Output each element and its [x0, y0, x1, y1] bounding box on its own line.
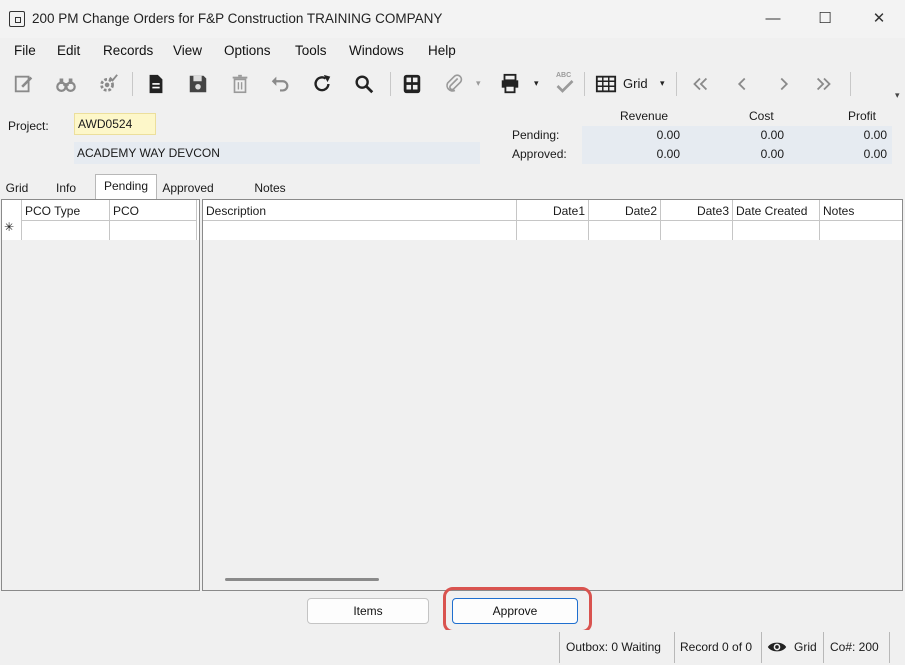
pco-grid[interactable]: ✳ PCO Type PCO [1, 199, 200, 591]
pending-revenue: 0.00 [656, 128, 680, 142]
status-divider [674, 632, 675, 663]
toolbar-separator [390, 72, 391, 96]
menu-windows[interactable]: Windows [349, 43, 404, 58]
delete-icon[interactable] [226, 70, 254, 98]
company-status: Co#: 200 [830, 640, 879, 654]
menu-records[interactable]: Records [103, 43, 153, 58]
print-icon[interactable] [496, 70, 524, 98]
project-code-field[interactable]: AWD0524 [74, 113, 156, 135]
description-grid[interactable]: Description Date1 Date2 Date3 Date Creat… [202, 199, 903, 591]
menu-edit[interactable]: Edit [57, 43, 80, 58]
project-label: Project: [8, 119, 49, 133]
maximize-button[interactable]: ☐ [810, 9, 840, 29]
new-document-icon[interactable] [142, 70, 170, 98]
toolbar-separator [850, 72, 851, 96]
toolbar-separator [676, 72, 677, 96]
eye-icon[interactable] [765, 637, 789, 657]
menu-tools[interactable]: Tools [295, 43, 327, 58]
menu-file[interactable]: File [14, 43, 36, 58]
profit-header: Profit [848, 109, 877, 123]
pending-profit: 0.00 [863, 128, 887, 142]
cost-header: Cost [749, 109, 774, 123]
binoculars-icon[interactable] [52, 70, 80, 98]
pending-cost: 0.00 [760, 128, 784, 142]
revenue-header: Revenue [620, 109, 669, 123]
status-divider [823, 632, 824, 663]
toolbar-overflow-icon[interactable]: ▾ [895, 90, 900, 101]
edit-record-icon[interactable] [10, 70, 38, 98]
approved-revenue: 0.00 [656, 147, 680, 161]
tab-approved[interactable]: Approved [158, 178, 218, 198]
toolbar-separator [584, 72, 585, 96]
close-button[interactable]: ✕ [864, 9, 894, 29]
gear-check-icon[interactable] [94, 70, 122, 98]
window-title: 200 PM Change Orders for F&P Constructio… [32, 11, 443, 26]
tab-notes[interactable]: Notes [246, 178, 294, 198]
new-row-marker: ✳ [4, 220, 15, 234]
approved-cost: 0.00 [760, 147, 784, 161]
previous-record-icon[interactable] [728, 70, 756, 98]
save-icon[interactable] [184, 70, 212, 98]
first-record-icon[interactable] [686, 70, 714, 98]
menu-view[interactable]: View [173, 43, 202, 58]
status-divider [761, 632, 762, 663]
grid-view-icon[interactable] [592, 70, 620, 98]
menu-help[interactable]: Help [428, 43, 456, 58]
calculator-icon[interactable] [398, 70, 426, 98]
menu-options[interactable]: Options [224, 43, 271, 58]
print-dropdown-icon[interactable]: ▾ [534, 78, 539, 89]
status-divider [889, 632, 890, 663]
pco-grid-header: ✳ PCO Type PCO [2, 200, 199, 240]
record-status: Record 0 of 0 [680, 640, 753, 654]
toolbar-separator [132, 72, 133, 96]
undo-icon[interactable] [266, 70, 294, 98]
row-marker-column: ✳ [2, 200, 22, 240]
header-divider [22, 220, 197, 221]
outbox-status: Outbox: 0 Waiting [566, 640, 661, 654]
items-button[interactable]: Items [307, 598, 429, 624]
view-mode-status[interactable]: Grid [794, 640, 817, 654]
approve-highlight [443, 587, 592, 633]
grid-dropdown-icon[interactable]: ▾ [660, 78, 665, 89]
attachment-icon[interactable] [440, 70, 468, 98]
next-record-icon[interactable] [770, 70, 798, 98]
refresh-icon[interactable] [308, 70, 336, 98]
tab-pending[interactable]: Pending [95, 174, 157, 200]
approved-profit: 0.00 [863, 147, 887, 161]
last-record-icon[interactable] [810, 70, 838, 98]
tab-grid[interactable]: Grid [2, 178, 32, 198]
attachment-dropdown-icon[interactable]: ▾ [476, 78, 481, 89]
project-name-field: ACADEMY WAY DEVCON [74, 142, 480, 164]
spellcheck-icon[interactable]: ABC [552, 70, 580, 98]
app-icon [9, 11, 25, 27]
minimize-button[interactable]: — [758, 9, 788, 29]
status-divider [559, 632, 560, 663]
header-divider [203, 220, 902, 221]
horizontal-scrollbar[interactable] [225, 578, 379, 581]
description-grid-header: Description Date1 Date2 Date3 Date Creat… [203, 200, 902, 240]
approved-label: Approved: [512, 147, 567, 161]
search-icon[interactable] [350, 70, 378, 98]
pending-label: Pending: [512, 128, 560, 142]
grid-view-label[interactable]: Grid [623, 76, 648, 91]
tab-info[interactable]: Info [48, 178, 84, 198]
